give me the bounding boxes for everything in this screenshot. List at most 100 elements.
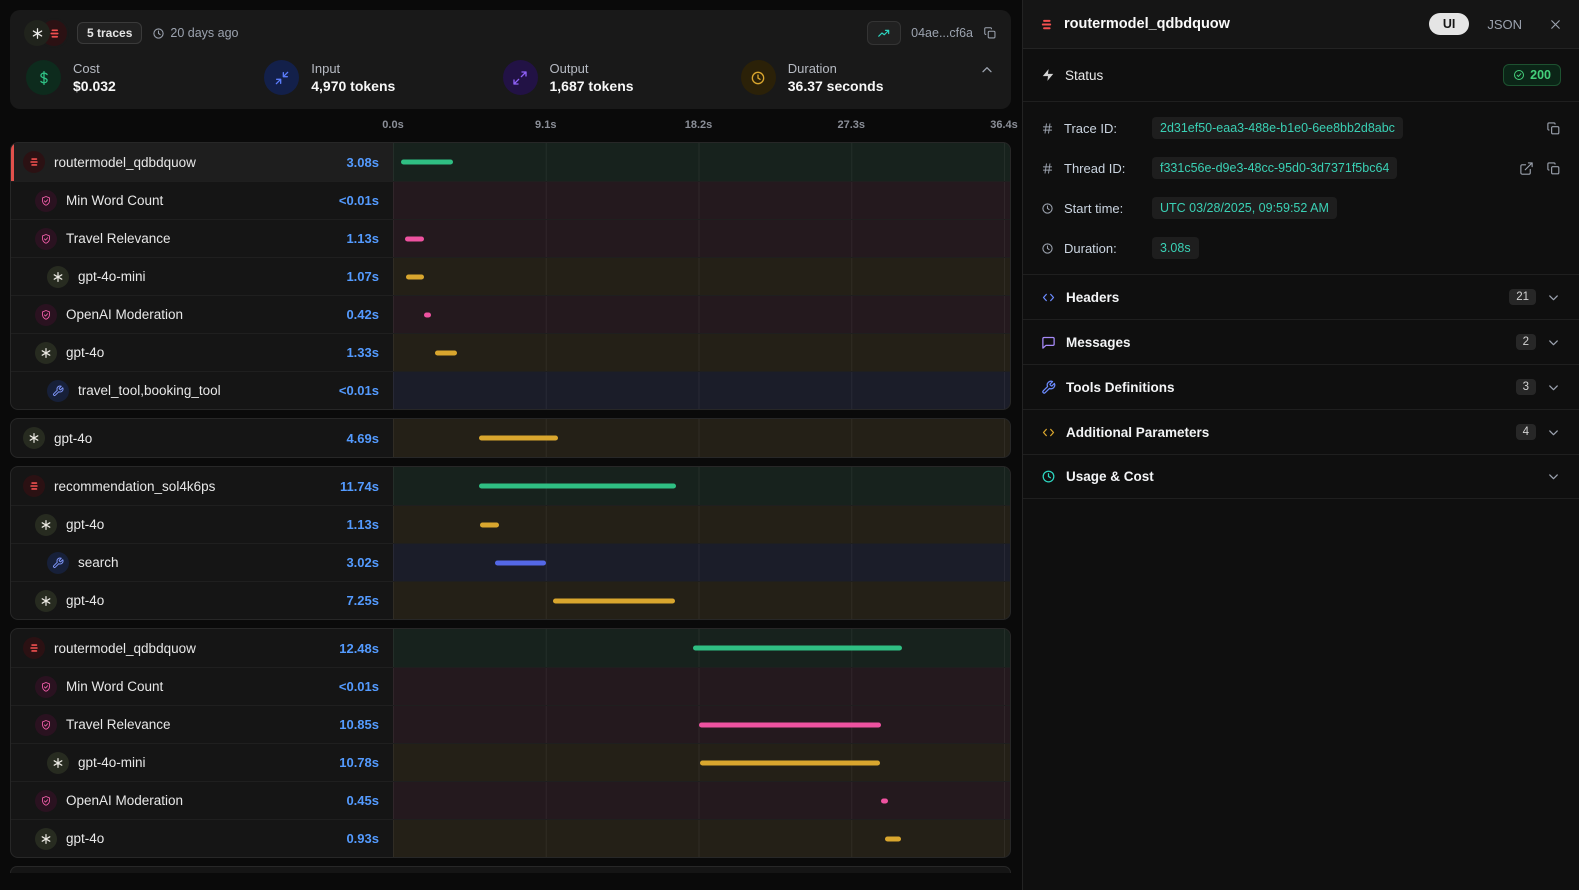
trace-row[interactable]: gpt-4o-mini 1.07s	[11, 257, 1010, 295]
trace-row[interactable]: gpt-4o4.69s	[11, 419, 1010, 457]
detail-title: routermodel_qdbdquow	[1064, 16, 1230, 32]
axis-tick: 9.1s	[535, 119, 556, 131]
trace-row-duration: 1.13s	[346, 231, 393, 246]
section-count-badge: 4	[1516, 424, 1536, 440]
section-label: Usage & Cost	[1066, 469, 1154, 484]
section-label: Additional Parameters	[1066, 425, 1209, 440]
tools-icon	[47, 552, 69, 574]
trace-row[interactable]: routermodel_qdbdquow12.48s	[11, 629, 1010, 667]
trace-row-timeline	[393, 296, 1010, 333]
trace-row[interactable]: gpt-4o1.13s	[11, 505, 1010, 543]
shield-icon	[35, 304, 57, 326]
stat-label: Duration	[788, 61, 884, 76]
trace-row[interactable]: Min Word Count<0.01s	[11, 181, 1010, 219]
copy-icon[interactable]	[1546, 161, 1561, 176]
trace-ref: 04ae...cf6a	[911, 26, 973, 40]
trace-row-duration: 0.93s	[346, 831, 393, 846]
trace-row-timeline	[393, 372, 1010, 409]
section-headers[interactable]: Headers21	[1023, 274, 1579, 319]
trace-row[interactable]: OpenAI Moderation 0.45s	[11, 781, 1010, 819]
trace-row-name: gpt-4o-mini	[78, 755, 146, 770]
chevron-up-icon[interactable]	[979, 62, 995, 78]
stat-label: Cost	[73, 61, 116, 76]
trace-row-duration: <0.01s	[339, 193, 393, 208]
status-label: Status	[1065, 68, 1103, 83]
trace-row[interactable]: Min Word Count<0.01s	[11, 667, 1010, 705]
trace-row-duration: 7.25s	[346, 593, 393, 608]
trace-row[interactable]: routermodel_qdbdquow3.08s	[11, 143, 1010, 181]
trace-row-duration: 10.78s	[339, 755, 393, 770]
chevron-down-icon[interactable]	[1546, 380, 1561, 395]
axis-tick: 27.3s	[837, 119, 865, 131]
external-icon[interactable]	[1519, 161, 1534, 176]
tab-json[interactable]: JSON	[1477, 13, 1532, 36]
trace-row-name: gpt-4o	[66, 831, 104, 846]
section-tools-definitions[interactable]: Tools Definitions3	[1023, 364, 1579, 409]
chevron-down-icon[interactable]	[1546, 290, 1561, 305]
section-usage-cost[interactable]: Usage & Cost	[1023, 454, 1579, 499]
trace-row[interactable]: gpt-4o-mini 10.78s	[11, 743, 1010, 781]
openai-icon	[35, 514, 57, 536]
detail-field: Thread ID:f331c56e-d9e3-48cc-95d0-3d7371…	[1023, 148, 1579, 188]
tab-ui[interactable]: UI	[1429, 13, 1470, 35]
trace-row-label: travel_tool,booking_tool<0.01s	[11, 372, 393, 409]
openai-icon	[47, 266, 69, 288]
trace-row-label: gpt-4o 7.25s	[11, 582, 393, 619]
trace-row-name: gpt-4o-mini	[78, 269, 146, 284]
trace-row-timeline	[393, 182, 1010, 219]
router-icon	[23, 475, 45, 497]
trace-row[interactable]: travel_tool,booking_tool<0.01s	[11, 371, 1010, 409]
copy-icon[interactable]	[1546, 121, 1561, 136]
close-icon[interactable]	[1548, 17, 1563, 32]
trace-row-duration: 1.07s	[346, 269, 393, 284]
trace-row-name: OpenAI Moderation	[66, 793, 183, 808]
trace-row[interactable]: gpt-4o 7.25s	[11, 581, 1010, 619]
trace-row-label: Travel Relevance1.13s	[11, 220, 393, 257]
trace-row[interactable]: recommendation_sol4k6ps11.74s	[11, 467, 1010, 505]
copy-icon[interactable]	[983, 26, 997, 40]
trace-row-name: routermodel_qdbdquow	[54, 155, 196, 170]
stat-output: Output1,687 tokens	[503, 60, 741, 95]
trace-group: gpt-4o4.69s	[10, 418, 1011, 458]
trace-row[interactable]: gpt-4o 0.93s	[11, 819, 1010, 857]
code-icon	[1041, 425, 1056, 440]
shield-icon	[35, 714, 57, 736]
trace-row[interactable]: Travel Relevance10.85s	[11, 705, 1010, 743]
section-messages[interactable]: Messages2	[1023, 319, 1579, 364]
trace-row-name: gpt-4o	[66, 593, 104, 608]
shield-icon	[35, 228, 57, 250]
detail-header: routermodel_qdbdquow UI JSON	[1023, 0, 1579, 49]
trace-row-timeline	[393, 258, 1010, 295]
status-code: 200	[1530, 68, 1551, 82]
detail-field-label: Start time:	[1064, 201, 1142, 216]
bolt-icon	[1041, 68, 1055, 82]
hash-icon	[1041, 122, 1054, 135]
trace-row-name: gpt-4o	[66, 517, 104, 532]
trace-row-timeline	[393, 419, 1010, 457]
trend-chart-button[interactable]	[867, 21, 901, 45]
trace-row[interactable]: gpt-4o1.33s	[11, 333, 1010, 371]
tools-icon	[47, 380, 69, 402]
trace-row-label: gpt-4o-mini 1.07s	[11, 258, 393, 295]
section-label: Messages	[1066, 335, 1131, 350]
trace-row[interactable]: search3.02s	[11, 543, 1010, 581]
status-row: Status 200	[1023, 49, 1579, 102]
trace-row[interactable]: Travel Relevance1.13s	[11, 219, 1010, 257]
chevron-down-icon[interactable]	[1546, 425, 1561, 440]
section-additional-parameters[interactable]: Additional Parameters 4	[1023, 409, 1579, 454]
trace-row-label: recommendation_sol4k6ps11.74s	[11, 467, 393, 505]
stat-input: Input4,970 tokens	[264, 60, 502, 95]
chevron-down-icon[interactable]	[1546, 335, 1561, 350]
code-icon	[1041, 290, 1056, 305]
shield-icon	[35, 790, 57, 812]
clock-icon	[1041, 202, 1054, 215]
chevron-down-icon[interactable]	[1546, 469, 1561, 484]
trace-row[interactable]: OpenAI Moderation0.42s	[11, 295, 1010, 333]
trace-bar	[495, 560, 546, 565]
trace-row-duration: 4.69s	[346, 431, 393, 446]
trace-row-duration: 0.45s	[346, 793, 393, 808]
hash-icon	[1041, 162, 1054, 175]
dollar-icon	[26, 60, 61, 95]
detail-field-actions	[1519, 161, 1561, 176]
trace-row-label: gpt-4o-mini 10.78s	[11, 744, 393, 781]
